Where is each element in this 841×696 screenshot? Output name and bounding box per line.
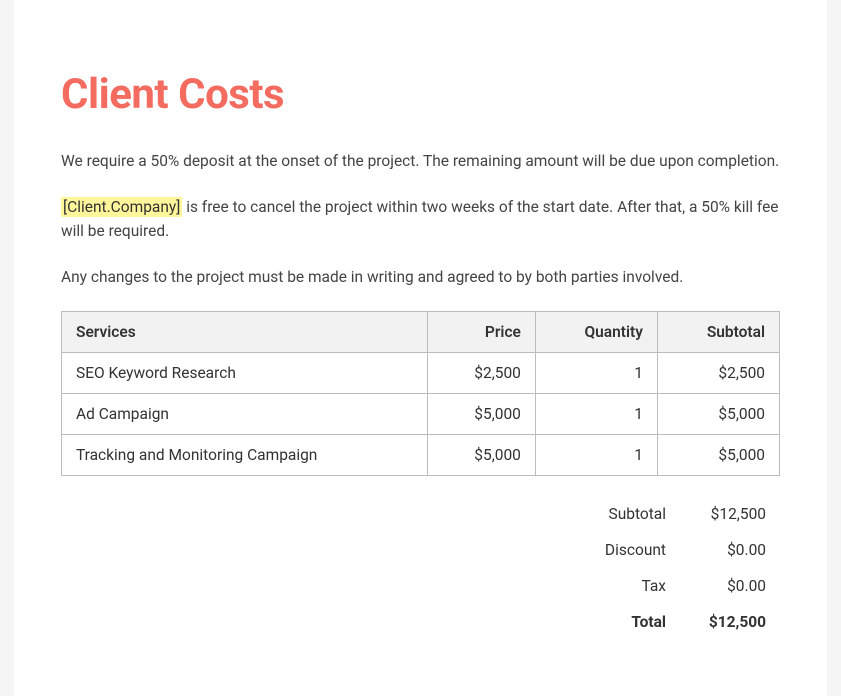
document-page: Client Costs We require a 50% deposit at… [14, 0, 827, 696]
cell-price: $5,000 [428, 394, 536, 435]
discount-row: Discount $0.00 [61, 532, 780, 568]
total-row: Total $12,500 [61, 604, 780, 640]
header-price: Price [428, 312, 536, 353]
cell-quantity: 1 [535, 394, 657, 435]
tax-label: Tax [641, 577, 666, 595]
cell-service: SEO Keyword Research [62, 353, 428, 394]
header-services: Services [62, 312, 428, 353]
total-value: $12,500 [696, 613, 766, 631]
paragraph-deposit: We require a 50% deposit at the onset of… [61, 149, 780, 173]
cell-service: Tracking and Monitoring Campaign [62, 435, 428, 476]
cell-quantity: 1 [535, 435, 657, 476]
cell-subtotal: $5,000 [657, 435, 779, 476]
tax-value: $0.00 [696, 577, 766, 595]
discount-label: Discount [605, 541, 666, 559]
tax-row: Tax $0.00 [61, 568, 780, 604]
discount-value: $0.00 [696, 541, 766, 559]
header-subtotal: Subtotal [657, 312, 779, 353]
header-quantity: Quantity [535, 312, 657, 353]
table-header-row: Services Price Quantity Subtotal [62, 312, 780, 353]
totals-block: Subtotal $12,500 Discount $0.00 Tax $0.0… [61, 496, 780, 640]
cell-subtotal: $5,000 [657, 394, 779, 435]
client-company-placeholder: [Client.Company] [61, 197, 182, 217]
table-row: Ad Campaign $5,000 1 $5,000 [62, 394, 780, 435]
subtotal-label: Subtotal [609, 505, 666, 523]
cell-service: Ad Campaign [62, 394, 428, 435]
cell-subtotal: $2,500 [657, 353, 779, 394]
paragraph-changes: Any changes to the project must be made … [61, 265, 780, 289]
cell-quantity: 1 [535, 353, 657, 394]
cell-price: $2,500 [428, 353, 536, 394]
cell-price: $5,000 [428, 435, 536, 476]
subtotal-value: $12,500 [696, 505, 766, 523]
paragraph-cancel: [Client.Company] is free to cancel the p… [61, 195, 780, 243]
total-label: Total [631, 613, 666, 631]
subtotal-row: Subtotal $12,500 [61, 496, 780, 532]
costs-table: Services Price Quantity Subtotal SEO Key… [61, 311, 780, 476]
table-row: SEO Keyword Research $2,500 1 $2,500 [62, 353, 780, 394]
page-title: Client Costs [61, 70, 780, 119]
table-row: Tracking and Monitoring Campaign $5,000 … [62, 435, 780, 476]
